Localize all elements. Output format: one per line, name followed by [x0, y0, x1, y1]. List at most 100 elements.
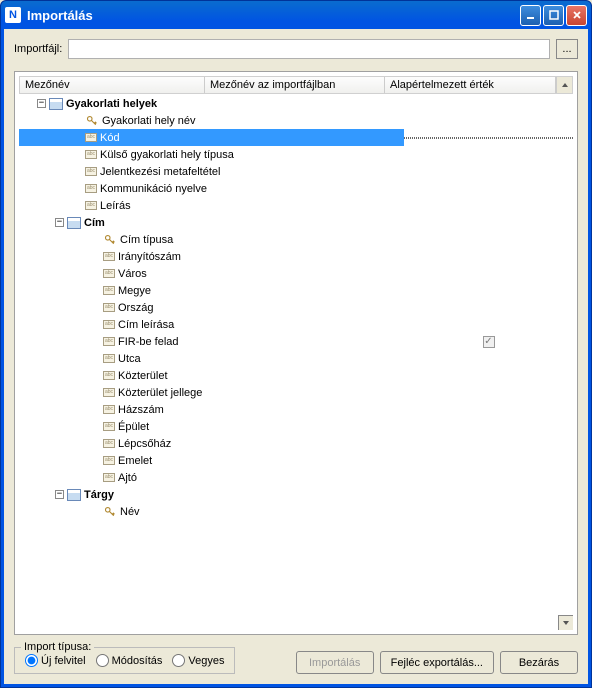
tree-label: Cím típusa [120, 234, 173, 246]
key-icon [103, 506, 117, 518]
field-icon: abc [103, 354, 115, 363]
radio-mixed[interactable]: Vegyes [172, 654, 224, 667]
field-icon: abc [103, 456, 115, 465]
tree-label: Közterület [118, 370, 168, 382]
field-icon: abc [103, 439, 115, 448]
scroll-down-button[interactable] [558, 615, 573, 630]
expander-icon[interactable]: − [55, 218, 64, 227]
app-icon: N [5, 7, 21, 23]
tree-row[interactable]: abcCím leírása [19, 316, 573, 333]
expander-icon[interactable]: − [55, 490, 64, 499]
field-icon: abc [103, 388, 115, 397]
tree-row[interactable]: abcKód [19, 129, 573, 146]
table-icon [49, 98, 63, 110]
key-icon [85, 115, 99, 127]
scroll-up-button[interactable] [556, 77, 572, 93]
browse-button[interactable]: ... [556, 39, 578, 59]
tree-label: Ajtó [118, 472, 137, 484]
col-fieldname[interactable]: Mezőnév [20, 77, 205, 93]
field-icon: abc [103, 422, 115, 431]
tree-label: Jelentkezési metafeltétel [100, 166, 220, 178]
field-icon: abc [85, 150, 97, 159]
tree-row[interactable]: Gyakorlati hely név [19, 112, 573, 129]
tree-label: Utca [118, 353, 141, 365]
tree-row[interactable]: abcÉpület [19, 418, 573, 435]
tree-label: Kommunikáció nyelve [100, 183, 207, 195]
tree-row[interactable]: abcKözterület jellege [19, 384, 573, 401]
tree-label: Név [120, 506, 140, 518]
tree-row[interactable]: abcVáros [19, 265, 573, 282]
tree-label: Leírás [100, 200, 131, 212]
tree-row[interactable]: − Gyakorlati helyek [19, 95, 573, 112]
tree-label: Ország [118, 302, 153, 314]
radio-modify[interactable]: Módosítás [96, 654, 163, 667]
tree-label: Épület [118, 421, 149, 433]
tree-row[interactable]: abcLeírás [19, 197, 573, 214]
tree-row[interactable]: abcLépcsőház [19, 435, 573, 452]
field-icon: abc [103, 252, 115, 261]
tree-row[interactable]: Cím típusa [19, 231, 573, 248]
tree-label: Város [118, 268, 147, 280]
tree-label: Tárgy [84, 489, 114, 501]
col-importname[interactable]: Mezőnév az importfájlban [205, 77, 385, 93]
maximize-button[interactable] [543, 5, 564, 26]
field-icon: abc [103, 371, 115, 380]
field-icon: abc [103, 337, 115, 346]
tree-label: Gyakorlati hely név [102, 115, 196, 127]
tree-label: Gyakorlati helyek [66, 98, 157, 110]
field-icon: abc [103, 320, 115, 329]
tree-label: Cím leírása [118, 319, 174, 331]
tree-label: Emelet [118, 455, 152, 467]
table-icon [67, 489, 81, 501]
field-icon: abc [85, 201, 97, 210]
tree-row[interactable]: − Tárgy [19, 486, 573, 503]
tree-label: Lépcsőház [118, 438, 171, 450]
tree-row[interactable]: abcHázszám [19, 401, 573, 418]
import-file-input[interactable] [68, 39, 550, 59]
radio-new[interactable]: Új felvitel [25, 654, 86, 667]
expander-icon[interactable]: − [37, 99, 46, 108]
tree-row[interactable]: abcOrszág [19, 299, 573, 316]
key-icon [103, 234, 117, 246]
tree-label: Kód [100, 132, 120, 144]
tree-row[interactable]: abcJelentkezési metafeltétel [19, 163, 573, 180]
field-icon: abc [103, 303, 115, 312]
tree-row[interactable]: abcUtca [19, 350, 573, 367]
tree-row[interactable]: abcKülső gyakorlati hely típusa [19, 146, 573, 163]
tree-row[interactable]: abcKözterület [19, 367, 573, 384]
field-icon: abc [103, 473, 115, 482]
tree-label: Közterület jellege [118, 387, 202, 399]
tree-label: Házszám [118, 404, 164, 416]
field-icon: abc [103, 286, 115, 295]
tree-label: Irányítószám [118, 251, 181, 263]
table-icon [67, 217, 81, 229]
tree-label: FIR-be felad [118, 336, 179, 348]
tree-row[interactable]: abcFIR-be felad ✓ [19, 333, 573, 350]
close-button[interactable] [566, 5, 587, 26]
tree-row[interactable]: abcEmelet [19, 452, 573, 469]
window-title: Importálás [27, 8, 93, 23]
tree-label: Cím [84, 217, 105, 229]
minimize-button[interactable] [520, 5, 541, 26]
col-default[interactable]: Alapértelmezett érték [385, 77, 556, 93]
tree-row[interactable]: abcAjtó [19, 469, 573, 486]
import-file-label: Importfájl: [14, 43, 62, 55]
import-type-title: Import típusa: [21, 641, 94, 653]
tree-label: Külső gyakorlati hely típusa [100, 149, 234, 161]
field-icon: abc [85, 184, 97, 193]
tree-row[interactable]: abcMegye [19, 282, 573, 299]
field-icon: abc [103, 405, 115, 414]
import-type-group: Import típusa: Új felvitel Módosítás Veg… [14, 647, 235, 674]
tree-label: Megye [118, 285, 151, 297]
tree-row[interactable]: Név [19, 503, 573, 520]
checkbox-icon: ✓ [483, 336, 495, 348]
export-header-button[interactable]: Fejléc exportálás... [380, 651, 494, 674]
tree-row[interactable]: − Cím [19, 214, 573, 231]
field-icon: abc [85, 133, 97, 142]
field-icon: abc [85, 167, 97, 176]
tree-row[interactable]: abcIrányítószám [19, 248, 573, 265]
close-dialog-button[interactable]: Bezárás [500, 651, 578, 674]
titlebar: N Importálás [1, 1, 591, 29]
import-button[interactable]: Importálás [296, 651, 374, 674]
tree-row[interactable]: abcKommunikáció nyelve [19, 180, 573, 197]
